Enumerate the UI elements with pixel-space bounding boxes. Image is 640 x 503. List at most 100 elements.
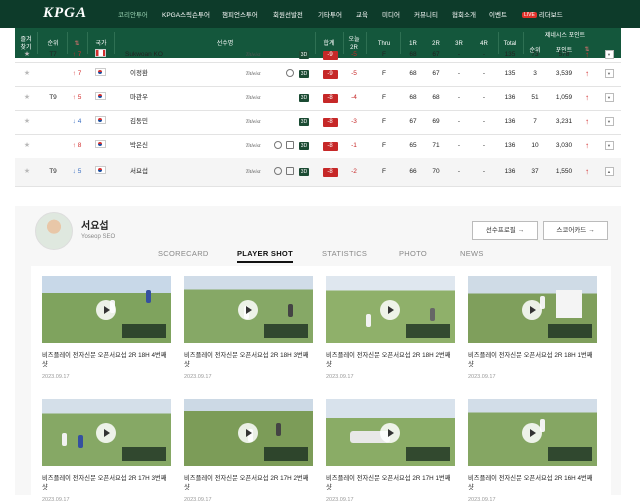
rank-move-cell: ↑ 7 — [72, 70, 82, 77]
video-icon[interactable] — [285, 158, 297, 186]
round-2: 68 — [432, 94, 440, 101]
video-title[interactable]: 비즈플레이 전자신문 오픈서요섭 2R 18H 4번째샷 — [42, 351, 171, 369]
thru: F — [382, 168, 386, 175]
play-icon[interactable] — [522, 423, 542, 443]
video-title[interactable]: 비즈플레이 전자신문 오픈서요섭 2R 18H 3번째샷 — [184, 351, 313, 369]
nav-item-member-selection[interactable]: 회원선발전 — [273, 9, 303, 19]
thru: F — [382, 94, 386, 101]
player-name[interactable]: 서요섭 — [130, 158, 190, 186]
favorite-star-icon[interactable]: ★ — [21, 48, 33, 62]
shot-tracker-icon[interactable]: 3D — [297, 62, 311, 86]
header-rank[interactable]: 순위 — [43, 40, 63, 48]
shot-tracker-icon[interactable]: 3D — [297, 134, 311, 158]
sponsor-logo: Titleist — [245, 119, 261, 125]
round-4: - — [482, 51, 486, 58]
play-icon[interactable] — [96, 423, 116, 443]
favorite-star-icon[interactable]: ★ — [21, 158, 33, 186]
rank-cell: T7 — [49, 51, 57, 58]
target-icon[interactable] — [285, 62, 297, 86]
table-row[interactable]: ★ ↑ 8 박은신 Titleist 3D -8 -1 F 65 71 - - … — [15, 134, 621, 159]
shot-tracker-icon[interactable]: 3D — [297, 86, 311, 110]
player-name[interactable]: 박은신 — [130, 134, 190, 158]
video-title[interactable]: 비즈플레이 전자신문 오픈서요섭 2R 17H 1번째샷 — [326, 474, 455, 492]
tab-scorecard[interactable]: SCORECARD — [158, 249, 209, 258]
video-icon[interactable] — [285, 134, 297, 158]
video-thumbnail[interactable] — [42, 399, 171, 466]
video-date: 2023.09.17 — [468, 497, 496, 503]
player-name[interactable]: 마관우 — [130, 86, 190, 110]
favorite-star-icon[interactable]: ★ — [21, 86, 33, 110]
video-date: 2023.09.17 — [42, 497, 70, 503]
video-title[interactable]: 비즈플레이 전자신문 오픈서요섭 2R 18H 2번째샷 — [326, 351, 455, 369]
player-name[interactable]: 김동민 — [130, 110, 190, 134]
player-profile-button[interactable]: 선수프로필 → — [472, 221, 538, 240]
tab-statistics[interactable]: STATISTICS — [322, 249, 367, 258]
video-title[interactable]: 비즈플레이 전자신문 오픈서요섭 2R 18H 1번째샷 — [468, 351, 597, 369]
nav-item-media[interactable]: 미디어 — [382, 9, 400, 19]
header-total-score: 합계 — [323, 41, 335, 47]
favorite-star-icon[interactable]: ★ — [21, 134, 33, 158]
expand-row-button[interactable]: ▼ — [603, 110, 615, 134]
expand-row-button[interactable]: ▼ — [603, 134, 615, 158]
shot-tracker-icon[interactable]: 3D — [297, 110, 311, 134]
today-score: -1 — [351, 142, 357, 149]
expand-row-button[interactable]: ▼ — [603, 86, 615, 110]
nav-item-srixon-tour[interactable]: KPGA스릭슨투어 — [162, 9, 210, 19]
target-icon[interactable] — [273, 134, 285, 158]
expand-row-button[interactable]: ▼ — [603, 48, 615, 62]
play-icon[interactable] — [238, 300, 258, 320]
video-thumbnail[interactable] — [42, 276, 171, 343]
table-row[interactable]: ★ ↓ 4 김동민 Titleist 3D -8 -3 F 67 69 - - … — [15, 110, 621, 135]
video-thumbnail[interactable] — [326, 276, 455, 343]
player-name[interactable]: 이정환 — [130, 62, 190, 86]
video-title[interactable]: 비즈플레이 전자신문 오픈서요섭 2R 17H 2번째샷 — [184, 474, 313, 492]
player-name[interactable]: Sukwoan KO — [125, 48, 205, 62]
nav-item-about[interactable]: 협회소개 — [452, 9, 476, 19]
nav-item-leaderboard-live[interactable]: LIVE 리더보드 — [522, 9, 563, 19]
nav-item-champions-tour[interactable]: 챔피언스투어 — [222, 9, 258, 19]
video-title[interactable]: 비즈플레이 전자신문 오픈서요섭 2R 16H 4번째샷 — [468, 474, 597, 492]
favorite-star-icon[interactable]: ★ — [21, 110, 33, 134]
round-2: 70 — [432, 168, 440, 175]
play-icon[interactable] — [380, 423, 400, 443]
tab-player-shot[interactable]: PLAYER SHOT — [237, 249, 293, 263]
today-score: -2 — [351, 168, 357, 175]
table-row-selected[interactable]: ★ T9 ↓ 5 서요섭 Titleist 3D -8 -2 F 66 70 -… — [15, 158, 621, 187]
play-icon[interactable] — [380, 300, 400, 320]
collapse-row-button[interactable]: ▲ — [603, 158, 615, 186]
play-icon[interactable] — [522, 300, 542, 320]
play-icon[interactable] — [96, 300, 116, 320]
kpga-logo[interactable]: KPGA — [43, 5, 87, 22]
play-icon[interactable] — [238, 423, 258, 443]
video-thumbnail[interactable] — [184, 399, 313, 466]
table-row[interactable]: ★ ↑ 7 이정환 Titleist 3D -9 -5 F 68 67 - - … — [15, 62, 621, 87]
video-thumbnail[interactable] — [468, 276, 597, 343]
nav-item-korean-tour[interactable]: 코리안투어 — [118, 9, 148, 19]
scorecard-button[interactable]: 스코어카드 → — [543, 221, 608, 240]
shot-tracker-icon[interactable]: 3D — [297, 158, 311, 186]
round-4: - — [482, 70, 486, 77]
points-value: 3,030 — [555, 142, 573, 149]
points-up-icon: ↑ — [585, 167, 589, 176]
header-move-sort-icon[interactable]: ⇅ — [68, 40, 86, 48]
nav-item-event[interactable]: 이벤트 — [489, 9, 507, 19]
target-icon[interactable] — [273, 158, 285, 186]
video-thumbnail[interactable] — [468, 399, 597, 466]
video-thumbnail[interactable] — [184, 276, 313, 343]
points-rank: 51 — [531, 94, 539, 101]
tab-news[interactable]: NEWS — [460, 249, 484, 258]
nav-item-community[interactable]: 커뮤니티 — [414, 9, 438, 19]
nav-item-other-tours[interactable]: 기타투어 — [318, 9, 342, 19]
table-row[interactable]: ★ T7 ↑ 7 Sukwoan KO Titleist 3D -9 -5 F … — [15, 48, 621, 63]
shot-tracker-icon[interactable]: 3D — [297, 48, 311, 62]
points-up-icon: ↑ — [585, 93, 589, 102]
expand-row-button[interactable]: ▼ — [603, 62, 615, 86]
tab-photo[interactable]: PHOTO — [399, 249, 427, 258]
favorite-star-icon[interactable]: ★ — [21, 62, 33, 86]
video-thumbnail[interactable] — [326, 399, 455, 466]
round-1: 68 — [409, 51, 417, 58]
nav-item-education[interactable]: 교육 — [356, 9, 368, 19]
video-title[interactable]: 비즈플레이 전자신문 오픈서요섭 2R 17H 3번째샷 — [42, 474, 171, 492]
leaderboard-label: 리더보드 — [538, 12, 563, 19]
table-row[interactable]: ★ T9 ↑ 5 마관우 Titleist 3D -8 -4 F 68 68 -… — [15, 86, 621, 111]
